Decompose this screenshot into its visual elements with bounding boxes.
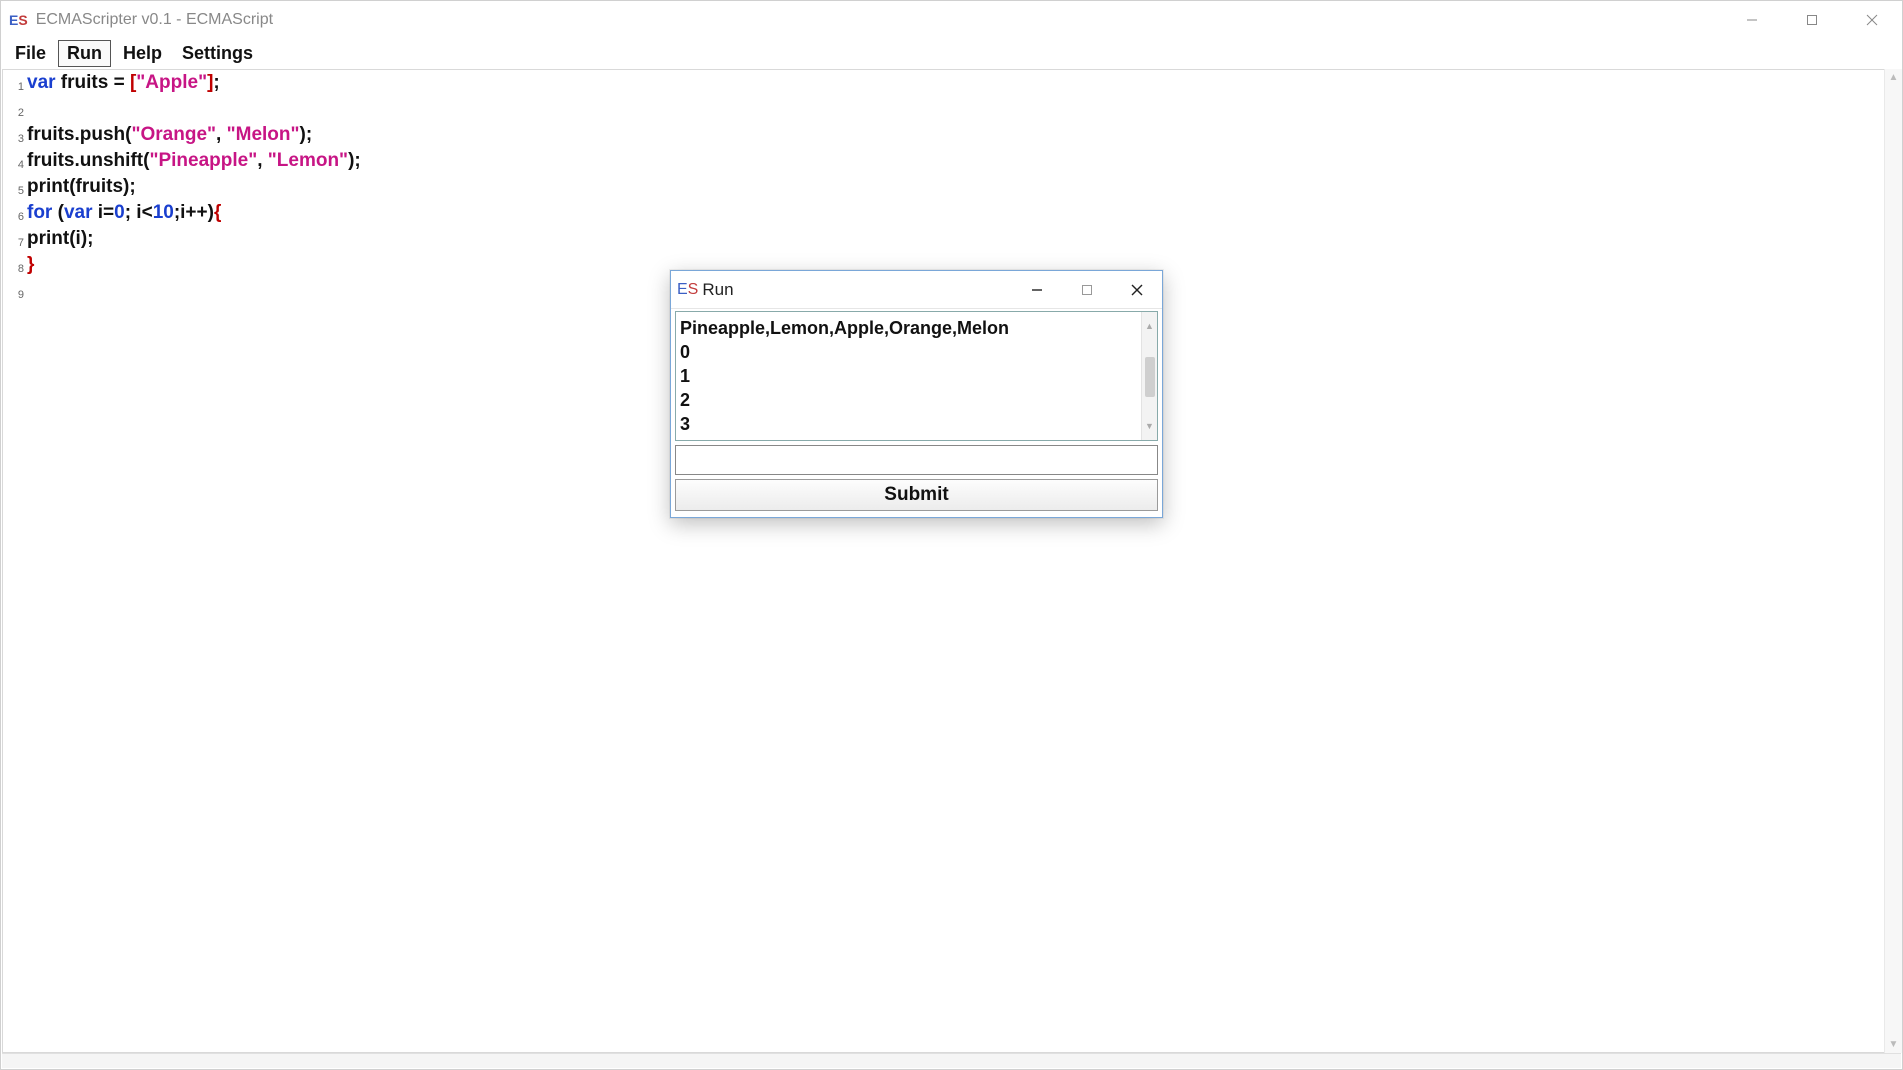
- output-line: 3: [680, 412, 1153, 436]
- scroll-thumb[interactable]: [1145, 357, 1155, 397]
- maximize-button[interactable]: [1782, 1, 1842, 39]
- code-line: print(i);: [27, 226, 1900, 252]
- code-line: [27, 96, 1900, 122]
- minimize-icon: [1031, 284, 1043, 296]
- statusbar: [2, 1053, 1901, 1068]
- main-window: ES ECMAScripter v0.1 - ECMAScript File R…: [0, 0, 1903, 1070]
- menu-help[interactable]: Help: [115, 41, 170, 66]
- output-line: 2: [680, 388, 1153, 412]
- output-line: Pineapple,Lemon,Apple,Orange,Melon: [680, 316, 1153, 340]
- scroll-up-icon: ▲: [1886, 69, 1902, 86]
- app-icon-s: S: [18, 12, 27, 28]
- code-line: fruits.unshift("Pineapple", "Lemon");: [27, 148, 1900, 174]
- window-title: ECMAScripter v0.1 - ECMAScript: [36, 11, 273, 29]
- submit-button[interactable]: Submit: [675, 479, 1158, 511]
- code-line: for (var i=0; i<10;i++){: [27, 200, 1900, 226]
- editor-scrollbar[interactable]: ▲ ▼: [1884, 69, 1902, 1053]
- close-icon: [1866, 14, 1878, 26]
- line-number: 1: [3, 72, 24, 98]
- run-dialog-controls: [1012, 271, 1162, 308]
- submit-row: Submit: [675, 479, 1158, 511]
- close-button[interactable]: [1842, 1, 1902, 39]
- run-dialog-title: Run: [702, 280, 733, 300]
- maximize-icon: [1081, 284, 1093, 296]
- line-number-gutter: 123456789: [3, 70, 27, 1052]
- output-scrollbar[interactable]: ▲ ▼: [1141, 312, 1157, 440]
- input-row: [675, 445, 1158, 475]
- maximize-icon: [1806, 14, 1818, 26]
- run-dialog-icon-s: S: [688, 281, 699, 298]
- app-icon-e: E: [9, 12, 18, 28]
- run-dialog-close-button[interactable]: [1112, 271, 1162, 308]
- menu-file[interactable]: File: [7, 41, 54, 66]
- run-dialog-icon: ES: [677, 281, 698, 299]
- code-area[interactable]: var fruits = ["Apple"]; fruits.push("Oran…: [27, 70, 1900, 1052]
- code-line: print(fruits);: [27, 174, 1900, 200]
- titlebar: ES ECMAScripter v0.1 - ECMAScript: [1, 1, 1902, 39]
- line-number: 2: [3, 98, 24, 124]
- scroll-down-icon: ▼: [1143, 412, 1156, 440]
- line-number: 9: [3, 280, 24, 306]
- minimize-button[interactable]: [1722, 1, 1782, 39]
- output-box[interactable]: Pineapple,Lemon,Apple,Orange,Melon 0 1 2…: [675, 311, 1158, 441]
- run-dialog-titlebar[interactable]: ES Run: [671, 271, 1162, 309]
- run-input[interactable]: [675, 445, 1158, 475]
- app-icon: ES: [9, 12, 28, 28]
- window-controls: [1722, 1, 1902, 39]
- line-number: 6: [3, 202, 24, 228]
- menubar: File Run Help Settings: [1, 39, 1902, 69]
- output-line: 0: [680, 340, 1153, 364]
- minimize-icon: [1746, 14, 1758, 26]
- run-dialog-icon-e: E: [677, 281, 688, 298]
- line-number: 5: [3, 176, 24, 202]
- line-number: 3: [3, 124, 24, 150]
- scroll-down-icon: ▼: [1886, 1036, 1902, 1053]
- run-dialog-minimize-button[interactable]: [1012, 271, 1062, 308]
- close-icon: [1130, 283, 1144, 297]
- code-line: var fruits = ["Apple"];: [27, 70, 1900, 96]
- editor[interactable]: 123456789 var fruits = ["Apple"];fruits.…: [2, 69, 1901, 1053]
- run-dialog-maximize-button[interactable]: [1062, 271, 1112, 308]
- line-number: 7: [3, 228, 24, 254]
- line-number: 4: [3, 150, 24, 176]
- line-number: 8: [3, 254, 24, 280]
- output-line: 1: [680, 364, 1153, 388]
- code-line: fruits.push("Orange", "Melon");: [27, 122, 1900, 148]
- run-dialog-body: Pineapple,Lemon,Apple,Orange,Melon 0 1 2…: [671, 309, 1162, 517]
- menu-settings[interactable]: Settings: [174, 41, 261, 66]
- run-dialog: ES Run Pineapple,Lemon,Apple,Orange,Melo…: [670, 270, 1163, 518]
- menu-run[interactable]: Run: [58, 40, 111, 67]
- scroll-up-icon: ▲: [1143, 312, 1156, 340]
